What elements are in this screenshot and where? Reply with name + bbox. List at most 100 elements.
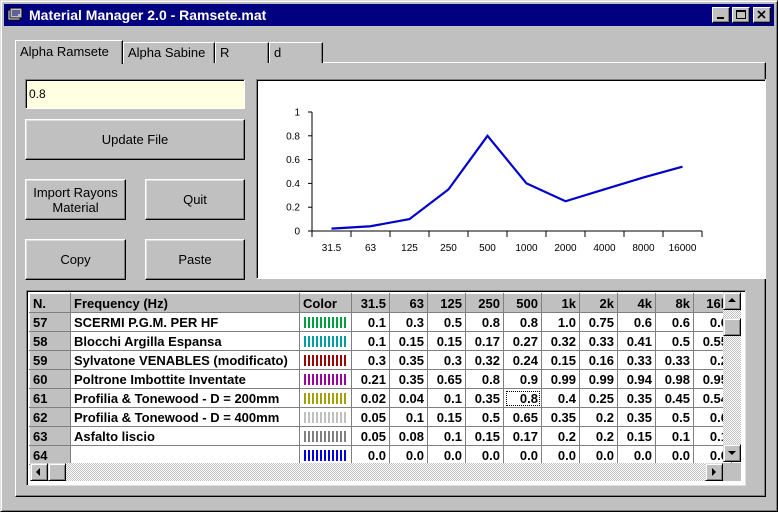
alpha-value-cell[interactable]: 0.99 xyxy=(541,369,580,389)
alpha-value-cell[interactable]: 0.35 xyxy=(465,388,504,408)
column-header[interactable]: 4k xyxy=(617,293,656,313)
alpha-value-cell[interactable]: 0.32 xyxy=(465,350,504,370)
alpha-value-cell[interactable]: 0.3 xyxy=(351,350,390,370)
alpha-value-cell[interactable]: 0.45 xyxy=(655,388,694,408)
maximize-button[interactable] xyxy=(732,7,750,23)
alpha-value-cell[interactable]: 0.0 xyxy=(541,445,580,465)
alpha-value-cell[interactable]: 0.17 xyxy=(503,426,542,446)
alpha-value-cell[interactable]: 0.02 xyxy=(351,388,390,408)
alpha-value-cell[interactable]: 0.9 xyxy=(503,369,542,389)
tab-r[interactable]: R xyxy=(215,42,269,63)
table-row[interactable]: 58 Blocchi Argilla Espansa 0.1 0.15 0.15 0.17… xyxy=(29,331,732,351)
alpha-value-cell[interactable]: 0.33 xyxy=(655,350,694,370)
color-cell[interactable] xyxy=(299,388,352,408)
alpha-value-cell[interactable]: 0.33 xyxy=(579,331,618,351)
scroll-up-button[interactable] xyxy=(723,292,741,310)
alpha-value-cell[interactable]: 0.75 xyxy=(579,312,618,332)
material-name-cell[interactable]: Profilia & Tonewood - D = 200mm xyxy=(70,388,300,408)
alpha-value-cell[interactable]: 0.5 xyxy=(655,407,694,427)
alpha-value-cell[interactable]: 0.8 xyxy=(503,312,542,332)
alpha-value-cell[interactable]: 0.1 xyxy=(351,312,390,332)
alpha-value-cell[interactable]: 0.21 xyxy=(351,369,390,389)
alpha-value-cell[interactable]: 0.8 xyxy=(503,388,542,408)
alpha-value-cell[interactable]: 0.5 xyxy=(427,312,466,332)
table-row[interactable]: 59 Sylvatone VENABLES (modificato) 0.3 0.35… xyxy=(29,350,732,370)
alpha-value-cell[interactable]: 0.15 xyxy=(427,331,466,351)
alpha-value-cell[interactable]: 0.5 xyxy=(465,407,504,427)
material-name-cell[interactable]: Profilia & Tonewood - D = 400mm xyxy=(70,407,300,427)
alpha-value-cell[interactable]: 0.98 xyxy=(655,369,694,389)
vertical-scroll-thumb[interactable] xyxy=(723,318,741,336)
material-name-cell[interactable]: Poltrone Imbottite Inventate xyxy=(70,369,300,389)
horizontal-scrollbar[interactable] xyxy=(30,463,723,481)
alpha-value-cell[interactable]: 0.99 xyxy=(579,369,618,389)
column-header[interactable]: 2k xyxy=(579,293,618,313)
alpha-value-cell[interactable]: 0.05 xyxy=(351,426,390,446)
row-number[interactable]: 57 xyxy=(29,312,71,332)
title-bar[interactable]: Material Manager 2.0 - Ramsete.mat xyxy=(4,4,774,26)
row-number[interactable]: 59 xyxy=(29,350,71,370)
horizontal-scroll-thumb[interactable] xyxy=(48,463,66,481)
alpha-value-cell[interactable]: 0.35 xyxy=(389,369,428,389)
alpha-value-cell[interactable]: 0.15 xyxy=(389,331,428,351)
alpha-value-cell[interactable]: 0.8 xyxy=(465,312,504,332)
row-number[interactable]: 60 xyxy=(29,369,71,389)
alpha-value-cell[interactable]: 0.1 xyxy=(427,426,466,446)
update-file-button[interactable]: Update File xyxy=(25,119,245,160)
column-header[interactable]: 31.5 xyxy=(351,293,390,313)
alpha-value-cell[interactable]: 0.2 xyxy=(541,426,580,446)
row-number[interactable]: 62 xyxy=(29,407,71,427)
column-header[interactable]: 8k xyxy=(655,293,694,313)
tab-alpha-sabine[interactable]: Alpha Sabine xyxy=(123,42,215,63)
row-number[interactable]: 58 xyxy=(29,331,71,351)
table-row[interactable]: 64 0.0 0.0 0.0 0.0 0.0 0.0 0.0 0.0 0.0 0.0 xyxy=(29,445,732,465)
table-row[interactable]: 63 Asfalto liscio 0.05 0.08 0.1 0.15 0.17 0.2 0.… xyxy=(29,426,732,446)
alpha-value-cell[interactable]: 0.0 xyxy=(351,445,390,465)
alpha-value-cell[interactable]: 0.15 xyxy=(617,426,656,446)
alpha-value-cell[interactable]: 0.05 xyxy=(351,407,390,427)
table-row[interactable]: 62 Profilia & Tonewood - D = 400mm 0.05 0.1… xyxy=(29,407,732,427)
alpha-value-cell[interactable]: 0.1 xyxy=(655,426,694,446)
column-header[interactable]: 250 xyxy=(465,293,504,313)
alpha-value-cell[interactable]: 0.1 xyxy=(427,388,466,408)
alpha-value-cell[interactable]: 0.17 xyxy=(465,331,504,351)
vertical-scrollbar[interactable] xyxy=(723,292,741,462)
alpha-value-cell[interactable]: 0.24 xyxy=(503,350,542,370)
close-button[interactable] xyxy=(753,7,771,23)
material-name-cell[interactable] xyxy=(70,445,300,465)
alpha-value-cell[interactable]: 0.0 xyxy=(389,445,428,465)
column-header[interactable]: 63 xyxy=(389,293,428,313)
alpha-value-cell[interactable]: 0.32 xyxy=(541,331,580,351)
alpha-value-cell[interactable]: 0.65 xyxy=(427,369,466,389)
alpha-value-cell[interactable]: 0.0 xyxy=(465,445,504,465)
alpha-value-input[interactable] xyxy=(25,79,245,109)
alpha-value-cell[interactable]: 0.1 xyxy=(389,407,428,427)
table-row[interactable]: 60 Poltrone Imbottite Inventate 0.21 0.35 0.… xyxy=(29,369,732,389)
tab-d[interactable]: d xyxy=(269,42,323,63)
row-number[interactable]: 64 xyxy=(29,445,71,465)
column-header[interactable]: Color xyxy=(299,293,352,313)
alpha-value-cell[interactable]: 0.35 xyxy=(617,407,656,427)
color-cell[interactable] xyxy=(299,331,352,351)
alpha-value-cell[interactable]: 0.3 xyxy=(389,312,428,332)
material-name-cell[interactable]: Sylvatone VENABLES (modificato) xyxy=(70,350,300,370)
scroll-down-button[interactable] xyxy=(723,444,741,462)
alpha-value-cell[interactable]: 0.15 xyxy=(427,407,466,427)
minimize-button[interactable] xyxy=(712,7,730,23)
alpha-value-cell[interactable]: 0.8 xyxy=(465,369,504,389)
alpha-value-cell[interactable]: 0.15 xyxy=(465,426,504,446)
alpha-value-cell[interactable]: 0.16 xyxy=(579,350,618,370)
alpha-value-cell[interactable]: 0.2 xyxy=(579,426,618,446)
color-cell[interactable] xyxy=(299,312,352,332)
alpha-value-cell[interactable]: 0.0 xyxy=(427,445,466,465)
alpha-value-cell[interactable]: 0.6 xyxy=(617,312,656,332)
color-cell[interactable] xyxy=(299,426,352,446)
alpha-value-cell[interactable]: 0.3 xyxy=(427,350,466,370)
alpha-value-cell[interactable]: 0.1 xyxy=(351,331,390,351)
alpha-value-cell[interactable]: 0.04 xyxy=(389,388,428,408)
column-header[interactable]: Frequency (Hz) xyxy=(70,293,300,313)
table-row[interactable]: 57 SCERMI P.G.M. PER HF 0.1 0.3 0.5 0.8 0.8 1.0… xyxy=(29,312,732,332)
alpha-value-cell[interactable]: 0.15 xyxy=(541,350,580,370)
alpha-value-cell[interactable]: 0.0 xyxy=(655,445,694,465)
alpha-value-cell[interactable]: 0.35 xyxy=(389,350,428,370)
